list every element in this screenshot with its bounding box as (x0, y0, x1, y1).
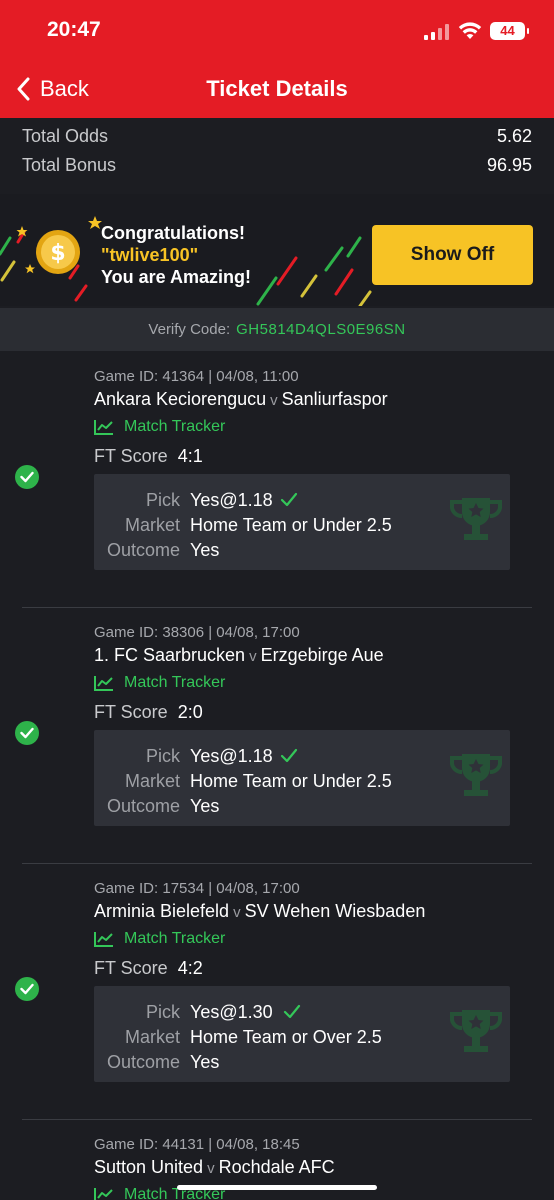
congrats-line3: You are Amazing! (101, 267, 252, 287)
total-bonus-value: 96.95 (486, 155, 532, 175)
signal-icon (424, 24, 450, 40)
verify-label: Verify Code: (148, 321, 231, 338)
congrats-text: Congratulations! "twlive100" You are Ama… (101, 222, 251, 288)
pick-label: Pick (145, 490, 180, 510)
versus-label: v (270, 392, 278, 409)
market-label: Market (124, 515, 180, 535)
ft-score-value: 4:2 (177, 958, 203, 978)
home-team: Ankara Keciorengucu (94, 389, 267, 409)
chart-line-icon (94, 420, 113, 435)
ft-score-value: 2:0 (177, 702, 203, 722)
total-odds-value: 5.62 (496, 126, 532, 146)
outcome-label: Outcome (106, 1052, 180, 1072)
verify-code[interactable]: GH5814D4QLS0E96SN (236, 321, 405, 338)
page-title: Ticket Details (206, 76, 348, 101)
check-circle-icon (15, 465, 39, 489)
market-value: Home Team or Over 2.5 (190, 1027, 382, 1047)
outcome-label: Outcome (106, 540, 180, 560)
pick-label: Pick (145, 1002, 180, 1022)
market-label: Market (124, 771, 180, 791)
checkmark-icon (280, 492, 298, 507)
away-team: Rochdale AFC (218, 1157, 335, 1177)
outcome-value: Yes (190, 540, 220, 560)
chart-line-icon (94, 1188, 113, 1200)
market-value: Home Team or Under 2.5 (190, 515, 392, 535)
pick-value: Yes@1.18 (190, 490, 273, 510)
pick-details: Pick Yes@1.18 Market Home Team or Under … (94, 730, 510, 826)
pick-label: Pick (145, 746, 180, 766)
match-teams: 1. FC Saarbrucken v Erzgebirge Aue (94, 645, 384, 666)
ticket-totals: Total Odds 5.62 Total Bonus 96.95 (0, 118, 554, 194)
match-tracker-label: Match Tracker (124, 418, 226, 435)
game-id: Game ID: 17534 | 04/08, 17:00 (94, 880, 300, 897)
pick-details: Pick Yes@1.18 Market Home Team or Under … (94, 474, 510, 570)
status-bar: 20:47 44 (0, 0, 554, 60)
versus-label: v (249, 648, 257, 665)
home-team: Sutton United (94, 1157, 204, 1177)
game-id: Game ID: 38306 | 04/08, 17:00 (94, 624, 300, 641)
match-teams: Ankara Keciorengucu v Sanliurfaspor (94, 389, 388, 410)
market-label: Market (124, 1027, 180, 1047)
chart-line-icon (94, 676, 113, 691)
outcome-value: Yes (190, 1052, 220, 1072)
nav-bar: Back Ticket Details (0, 60, 554, 118)
wifi-icon (458, 22, 482, 39)
total-odds-row: Total Odds 5.62 (22, 126, 532, 150)
total-odds-label: Total Odds (22, 126, 109, 146)
ft-score-label: FT Score (94, 446, 168, 466)
chart-line-icon (94, 932, 113, 947)
checkmark-icon (280, 748, 298, 763)
game-id: Game ID: 41364 | 04/08, 11:00 (94, 368, 299, 385)
verify-code-bar: Verify Code: GH5814D4QLS0E96SN (0, 308, 554, 351)
match-teams: Arminia Bielefeld v SV Wehen Wiesbaden (94, 901, 425, 922)
battery-icon: 44 (490, 22, 529, 40)
trophy-icon (450, 1010, 502, 1052)
status-time: 20:47 (47, 18, 101, 41)
home-team: Arminia Bielefeld (94, 901, 230, 921)
game-card: Game ID: 17534 | 04/08, 17:00 Arminia Bi… (0, 864, 554, 1120)
show-off-button[interactable]: Show Off (372, 225, 533, 285)
match-tracker-link[interactable]: Match Tracker (94, 418, 225, 436)
coin-icon: $ (36, 230, 80, 274)
ft-score-value: 4:1 (177, 446, 203, 466)
match-teams: Sutton United v Rochdale AFC (94, 1157, 335, 1178)
svg-text:$: $ (50, 241, 65, 266)
match-tracker-link[interactable]: Match Tracker (94, 674, 225, 692)
home-indicator[interactable] (177, 1185, 377, 1190)
total-bonus-row: Total Bonus 96.95 (22, 155, 532, 179)
match-tracker-label: Match Tracker (124, 930, 226, 947)
ft-score: FT Score 4:1 (94, 446, 203, 467)
away-team: Erzgebirge Aue (260, 645, 384, 665)
ft-score: FT Score 4:2 (94, 958, 203, 979)
pick-details: Pick Yes@1.30 Market Home Team or Over 2… (94, 986, 510, 1082)
checkmark-icon (283, 1004, 301, 1019)
trophy-icon (450, 498, 502, 540)
check-circle-icon (15, 721, 39, 745)
pick-value: Yes@1.30 (190, 1002, 273, 1022)
away-team: SV Wehen Wiesbaden (244, 901, 426, 921)
ft-score: FT Score 2:0 (94, 702, 203, 723)
check-circle-icon (15, 977, 39, 1001)
congrats-line1: Congratulations! (101, 223, 245, 243)
ft-score-label: FT Score (94, 702, 168, 722)
home-team: 1. FC Saarbrucken (94, 645, 246, 665)
game-card: Game ID: 41364 | 04/08, 11:00 Ankara Kec… (0, 352, 554, 608)
outcome-label: Outcome (106, 796, 180, 816)
outcome-value: Yes (190, 796, 220, 816)
match-tracker-label: Match Tracker (124, 674, 226, 691)
header: 20:47 44 Back Ticket Details (0, 0, 554, 118)
pick-value: Yes@1.18 (190, 746, 273, 766)
congrats-username: "twlive100" (101, 245, 199, 265)
trophy-icon (450, 754, 502, 796)
match-tracker-link[interactable]: Match Tracker (94, 930, 225, 948)
total-bonus-label: Total Bonus (22, 155, 117, 175)
away-team: Sanliurfaspor (281, 389, 388, 409)
versus-label: v (207, 1160, 215, 1177)
ft-score-label: FT Score (94, 958, 168, 978)
game-card: Game ID: 38306 | 04/08, 17:00 1. FC Saar… (0, 608, 554, 864)
market-value: Home Team or Under 2.5 (190, 771, 392, 791)
versus-label: v (233, 904, 241, 921)
game-id: Game ID: 44131 | 04/08, 18:45 (94, 1136, 300, 1153)
